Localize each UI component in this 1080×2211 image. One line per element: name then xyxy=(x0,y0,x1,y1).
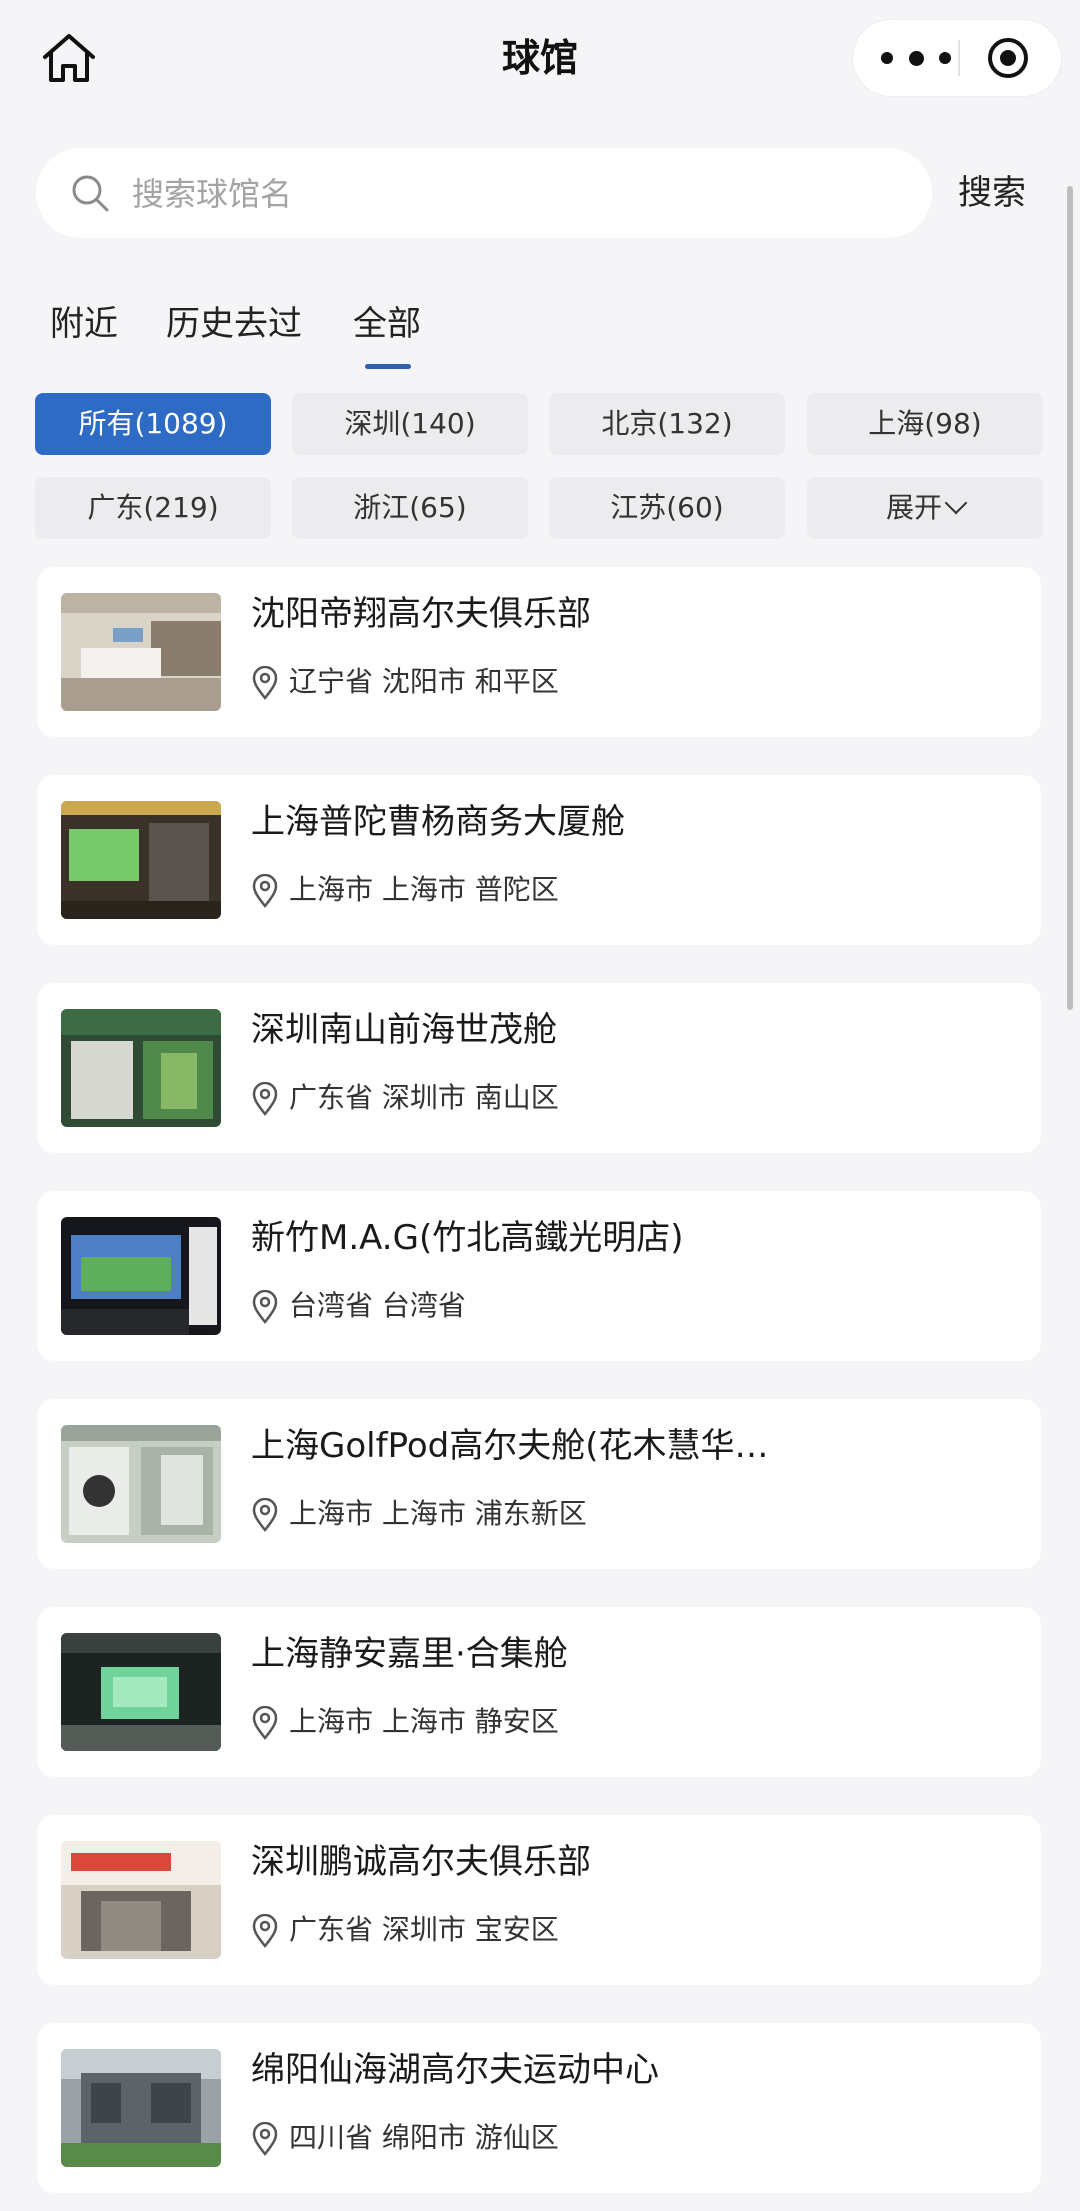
tab-all[interactable]: 全部 xyxy=(353,292,421,356)
more-dots-icon[interactable] xyxy=(881,20,951,96)
venue-card[interactable]: 沈阳帝翔高尔夫俱乐部 辽宁省 沈阳市 和平区 xyxy=(37,567,1041,737)
nav-bar: 球馆 xyxy=(0,0,1080,120)
search-input[interactable] xyxy=(130,166,894,222)
venue-location: 广东省 深圳市 南山区 xyxy=(289,1081,559,1114)
location-pin-icon xyxy=(251,1497,279,1533)
location-pin-icon xyxy=(251,665,279,701)
tab-bar: 附近 历史去过 全部 xyxy=(0,292,600,372)
venue-card[interactable]: 上海静安嘉里·合集舱 上海市 上海市 静安区 xyxy=(37,1607,1041,1777)
location-pin-icon xyxy=(251,873,279,909)
filter-chip-guangdong[interactable]: 广东(219) xyxy=(35,477,271,539)
location-pin-icon xyxy=(251,2121,279,2157)
venue-photo xyxy=(61,593,221,711)
venue-photo xyxy=(61,1633,221,1751)
venue-name: 深圳南山前海世茂舱 xyxy=(251,1010,557,1050)
venue-location: 广东省 深圳市 宝安区 xyxy=(289,1913,559,1946)
venue-name: 上海普陀曹杨商务大厦舱 xyxy=(251,802,625,842)
search-bar xyxy=(36,148,932,238)
filter-chip-shanghai[interactable]: 上海(98) xyxy=(807,393,1043,455)
venue-card[interactable]: 深圳南山前海世茂舱 广东省 深圳市 南山区 xyxy=(37,983,1041,1153)
venue-photo xyxy=(61,801,221,919)
venue-name: 沈阳帝翔高尔夫俱乐部 xyxy=(251,594,591,634)
tab-history[interactable]: 历史去过 xyxy=(166,292,302,356)
scrollbar[interactable] xyxy=(1067,186,1073,1010)
tab-nearby[interactable]: 附近 xyxy=(50,292,118,356)
search-icon xyxy=(70,173,110,213)
expand-label: 展开 xyxy=(885,491,942,524)
active-tab-indicator xyxy=(365,364,411,369)
venue-location: 上海市 上海市 静安区 xyxy=(289,1705,559,1738)
location-pin-icon xyxy=(251,1705,279,1741)
venue-photo xyxy=(61,2049,221,2167)
filter-chip-jiangsu[interactable]: 江苏(60) xyxy=(549,477,785,539)
venue-name: 绵阳仙海湖高尔夫运动中心 xyxy=(251,2050,659,2090)
location-pin-icon xyxy=(251,1289,279,1325)
expand-filters-button[interactable]: 展开 xyxy=(807,477,1043,539)
venue-location: 台湾省 台湾省 xyxy=(289,1289,466,1322)
filter-chip-all[interactable]: 所有(1089) xyxy=(35,393,271,455)
venue-card[interactable]: 绵阳仙海湖高尔夫运动中心 四川省 绵阳市 游仙区 xyxy=(37,2023,1041,2193)
filter-chip-beijing[interactable]: 北京(132) xyxy=(549,393,785,455)
venue-location: 上海市 上海市 浦东新区 xyxy=(289,1497,587,1530)
capsule-divider xyxy=(958,40,960,76)
venue-name: 新竹M.A.G(竹北高鐵光明店) xyxy=(251,1218,684,1258)
filter-chip-zhejiang[interactable]: 浙江(65) xyxy=(292,477,528,539)
location-pin-icon xyxy=(251,1081,279,1117)
venue-card[interactable]: 上海GolfPod高尔夫舱(花木慧华… 上海市 上海市 浦东新区 xyxy=(37,1399,1041,1569)
venue-name: 深圳鹏诚高尔夫俱乐部 xyxy=(251,1842,591,1882)
location-pin-icon xyxy=(251,1913,279,1949)
target-close-icon[interactable] xyxy=(987,37,1029,79)
venue-name: 上海静安嘉里·合集舱 xyxy=(251,1634,568,1674)
venue-name: 上海GolfPod高尔夫舱(花木慧华… xyxy=(251,1426,769,1466)
mini-program-capsule xyxy=(853,20,1061,96)
venue-card[interactable]: 上海普陀曹杨商务大厦舱 上海市 上海市 普陀区 xyxy=(37,775,1041,945)
search-button[interactable]: 搜索 xyxy=(958,168,1026,218)
venue-photo xyxy=(61,1425,221,1543)
filter-chip-shenzhen[interactable]: 深圳(140) xyxy=(292,393,528,455)
venue-location: 上海市 上海市 普陀区 xyxy=(289,873,559,906)
venue-photo xyxy=(61,1841,221,1959)
venue-location: 辽宁省 沈阳市 和平区 xyxy=(289,665,559,698)
chevron-down-icon xyxy=(944,491,968,515)
venue-photo xyxy=(61,1217,221,1335)
venue-photo xyxy=(61,1009,221,1127)
venue-location: 四川省 绵阳市 游仙区 xyxy=(289,2121,559,2154)
venue-card[interactable]: 新竹M.A.G(竹北高鐵光明店) 台湾省 台湾省 xyxy=(37,1191,1041,1361)
venue-card[interactable]: 深圳鹏诚高尔夫俱乐部 广东省 深圳市 宝安区 xyxy=(37,1815,1041,1985)
